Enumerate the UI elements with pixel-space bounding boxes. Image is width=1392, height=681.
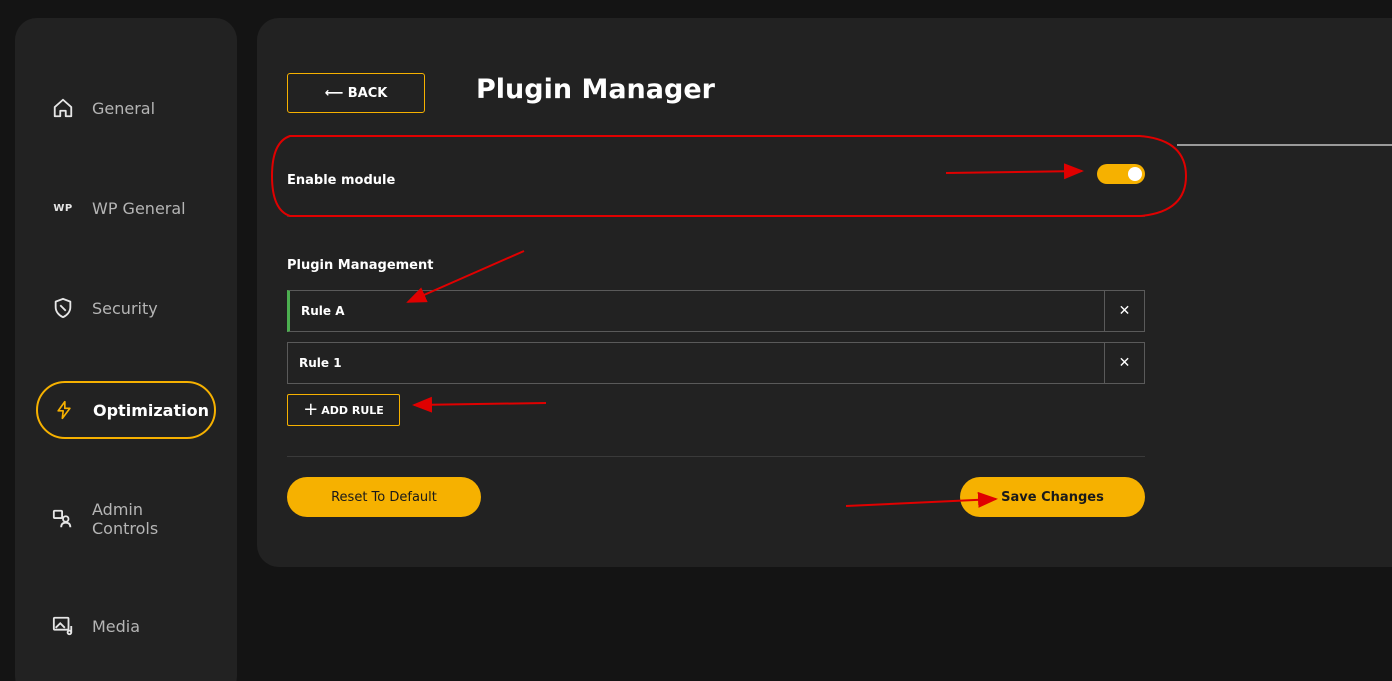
shield-icon <box>51 296 75 320</box>
rule-name[interactable]: Rule A <box>290 291 1104 331</box>
main-panel: ⟵ BACK Plugin Manager Enable module Plug… <box>257 18 1392 567</box>
enable-module-label: Enable module <box>287 173 396 188</box>
sidebar-item-label: WP General <box>92 198 186 218</box>
close-icon[interactable]: ✕ <box>1104 291 1144 331</box>
sidebar-item-label: Security <box>92 298 158 318</box>
home-icon <box>51 96 75 120</box>
divider <box>1177 144 1392 146</box>
lightning-icon <box>52 398 76 422</box>
divider <box>287 216 1145 217</box>
back-button[interactable]: ⟵ BACK <box>287 73 425 113</box>
add-rule-label: ADD RULE <box>321 403 384 417</box>
rule-row[interactable]: Rule A ✕ <box>287 290 1145 332</box>
admin-user-icon <box>51 507 75 531</box>
sidebar-item-security[interactable]: Security <box>37 280 215 336</box>
sidebar-item-admin-controls[interactable]: Admin Controls <box>37 491 215 547</box>
close-icon[interactable]: ✕ <box>1104 343 1144 383</box>
toggle-knob <box>1128 167 1142 181</box>
divider <box>287 456 1145 457</box>
sidebar-item-general[interactable]: General <box>37 80 215 136</box>
plugin-management-label: Plugin Management <box>287 258 434 273</box>
wp-icon: WP <box>53 202 73 214</box>
save-changes-button[interactable]: Save Changes <box>960 477 1145 517</box>
sidebar-item-label: Optimization <box>93 400 209 420</box>
sidebar-item-wp-general[interactable]: WP WP General <box>37 180 215 236</box>
plus-icon: + <box>303 399 319 420</box>
reset-to-default-button[interactable]: Reset To Default <box>287 477 481 517</box>
sidebar: General WP WP General Security Optimizat… <box>15 18 237 681</box>
add-rule-button[interactable]: + ADD RULE <box>287 394 400 426</box>
enable-module-toggle[interactable] <box>1097 164 1145 184</box>
sidebar-item-label: Media <box>92 616 141 636</box>
sidebar-item-label: Admin Controls <box>92 500 159 538</box>
sidebar-item-label: General <box>92 98 156 118</box>
rule-name[interactable]: Rule 1 <box>288 343 1104 383</box>
media-icon <box>51 614 75 638</box>
page-title: Plugin Manager <box>476 74 715 105</box>
sidebar-item-media[interactable]: Media <box>37 598 215 654</box>
sidebar-item-optimization[interactable]: Optimization <box>36 381 216 439</box>
rule-row[interactable]: Rule 1 ✕ <box>287 342 1145 384</box>
